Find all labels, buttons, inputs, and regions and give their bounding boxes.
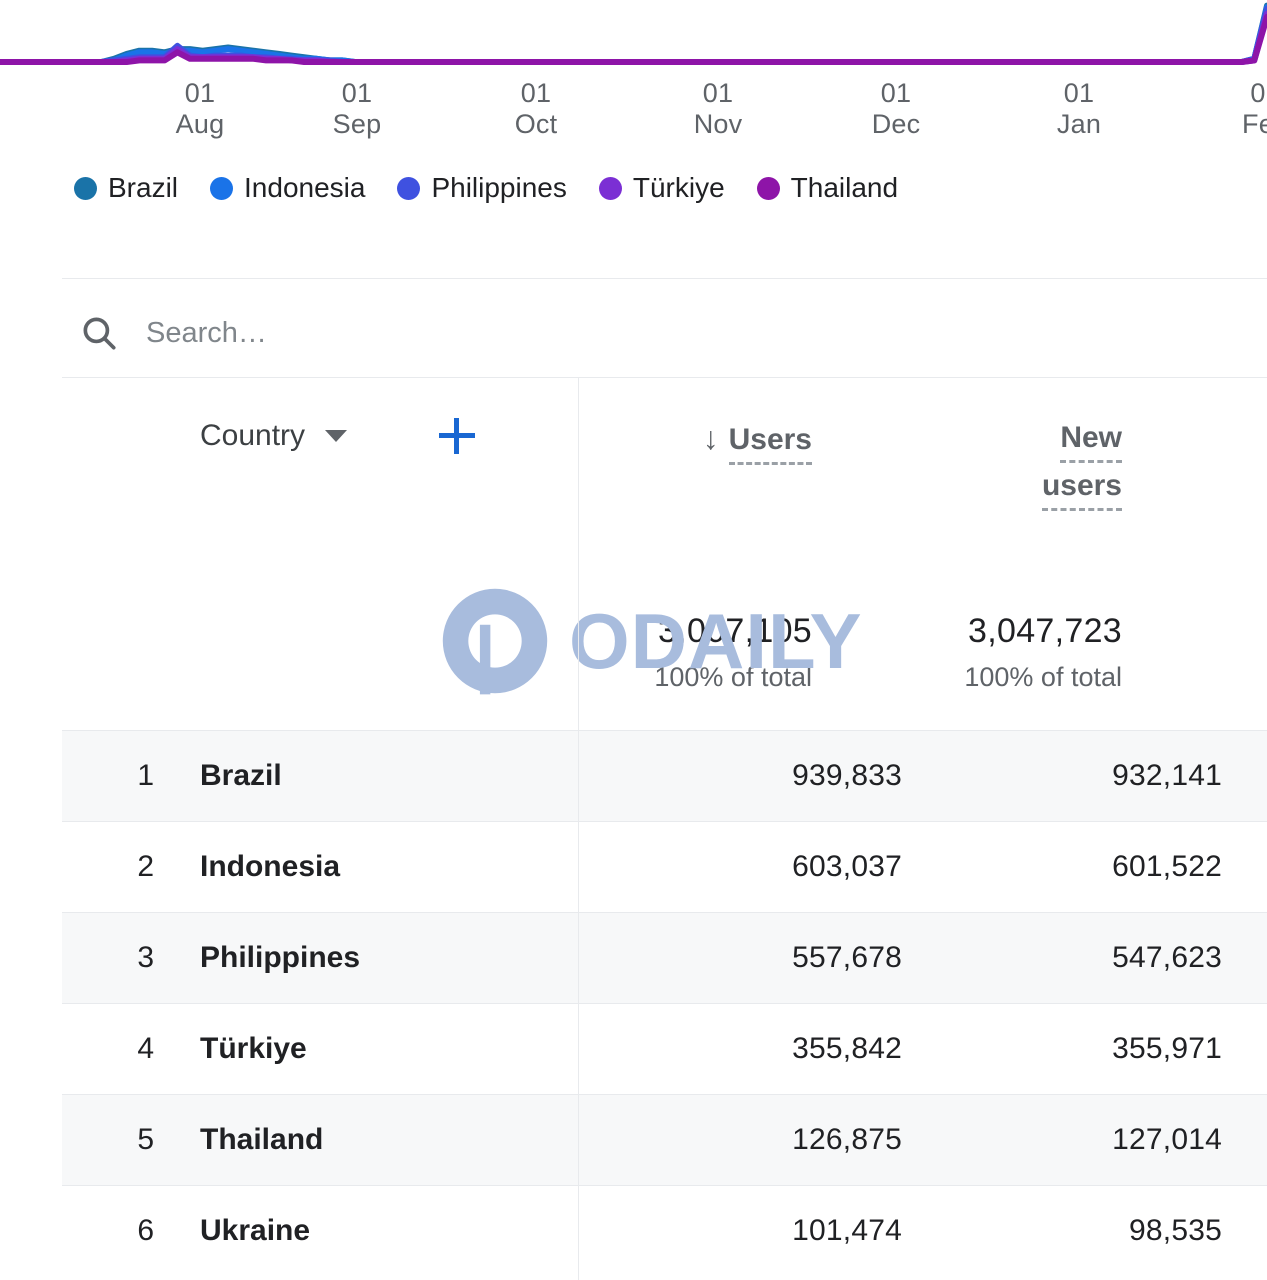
dimension-header[interactable]: Country (62, 418, 578, 454)
row-rank: 6 (137, 1214, 154, 1247)
total-users: 3,007,105 100% of total (532, 610, 812, 696)
x-axis-tick-oct: 01 Oct (481, 78, 591, 140)
chart-plot-lines (0, 2, 1267, 65)
table-header: Country ↓ Users New users ODAILY 3,007,1… (62, 378, 1267, 730)
legend-item-türkiye[interactable]: Türkiye (598, 172, 725, 204)
legend-item-thailand[interactable]: Thailand (756, 172, 899, 204)
x-axis-tick-nov: 01 Nov (663, 78, 773, 140)
analytics-report-panel: 01 Aug 01 Sep 01 Oct 01 Nov 01 Dec 01 Jan 0 Fe Brazil… (0, 0, 1267, 1280)
search-input[interactable] (146, 316, 846, 350)
plus-icon[interactable] (439, 418, 476, 454)
total-users-value: 3,007,105 (658, 612, 812, 650)
x-axis-tick-jan: 01 Jan (1024, 78, 1134, 140)
x-axis-tick-day: 01 (880, 78, 912, 108)
legend-item-indonesia[interactable]: Indonesia (210, 172, 365, 204)
column-divider (578, 378, 579, 1280)
x-axis-tick-day: 01 (341, 78, 373, 108)
x-axis-tick-dec: 01 Dec (841, 78, 951, 140)
chart-x-axis: 01 Aug 01 Sep 01 Oct 01 Nov 01 Dec 01 Jan 0 Fe (0, 78, 1267, 142)
row-country-name[interactable]: Türkiye (200, 1032, 578, 1066)
search-row[interactable] (62, 290, 1267, 376)
divider-above-search (62, 278, 1267, 279)
x-axis-tick-month: Aug (175, 109, 225, 139)
row-users-value: 939,833 (792, 759, 902, 792)
x-axis-tick-day: 01 (1063, 78, 1095, 108)
column-header-new-users[interactable]: New users (892, 414, 1122, 511)
row-new-users-value: 932,141 (1112, 759, 1222, 792)
x-axis-tick-day: 0 (1250, 78, 1266, 108)
table-row[interactable]: 3 Philippines 557,678 547,623 (62, 912, 1267, 1003)
x-axis-tick-month: Nov (693, 109, 743, 139)
row-users-value: 355,842 (792, 1032, 902, 1065)
row-new-users-value: 355,971 (1112, 1032, 1222, 1065)
legend-label: Türkiye (632, 172, 725, 203)
legend-label: Philippines (431, 172, 567, 203)
chart-legend: Brazil Indonesia Philippines Türkiye Thailan… (74, 172, 930, 204)
column-header-new-users-line2[interactable]: users (1041, 469, 1122, 511)
x-axis-tick-sep: 01 Sep (302, 78, 412, 140)
table-row[interactable]: 1 Brazil 939,833 932,141 (62, 730, 1267, 821)
row-users-value: 126,875 (792, 1123, 902, 1156)
x-axis-tick-day: 01 (702, 78, 734, 108)
arrow-down-icon[interactable]: ↓ (703, 420, 719, 456)
legend-color-dot (74, 176, 97, 200)
column-header-users[interactable]: ↓ Users (622, 414, 812, 465)
row-new-users-value: 547,623 (1112, 941, 1222, 974)
table-row[interactable]: 5 Thailand 126,875 127,014 (62, 1094, 1267, 1185)
column-header-users-label[interactable]: Users (728, 423, 812, 465)
row-new-users-value: 601,522 (1112, 850, 1222, 883)
chevron-down-icon[interactable] (325, 430, 348, 442)
row-rank: 1 (137, 759, 154, 792)
x-axis-tick-month: Jan (1056, 109, 1102, 139)
legend-label: Brazil (108, 172, 179, 203)
legend-color-dot (397, 176, 421, 200)
row-new-users-value: 127,014 (1112, 1123, 1222, 1156)
x-axis-tick-day: 01 (520, 78, 552, 108)
legend-item-philippines[interactable]: Philippines (397, 172, 567, 204)
x-axis-tick-day: 01 (184, 78, 216, 108)
row-country-name[interactable]: Philippines (200, 941, 578, 975)
table-row[interactable]: 6 Ukraine 101,474 98,535 (62, 1185, 1267, 1276)
x-axis-tick-fe: 0 Fe (1203, 78, 1267, 140)
legend-item-brazil[interactable]: Brazil (74, 172, 178, 204)
x-axis-tick-month: Oct (514, 109, 558, 139)
row-rank: 3 (137, 941, 154, 974)
row-users-value: 557,678 (792, 941, 902, 974)
row-country-name[interactable]: Ukraine (200, 1214, 578, 1248)
legend-label: Thailand (790, 172, 899, 203)
total-new-users-subtext: 100% of total (964, 662, 1122, 692)
column-header-new-users-line1[interactable]: New (1060, 421, 1122, 463)
table-row[interactable]: 2 Indonesia 603,037 601,522 (62, 821, 1267, 912)
table-row[interactable]: 4 Türkiye 355,842 355,971 (62, 1003, 1267, 1094)
row-country-name[interactable]: Indonesia (200, 850, 578, 884)
row-users-value: 603,037 (792, 850, 902, 883)
row-country-name[interactable]: Brazil (200, 759, 578, 793)
row-country-name[interactable]: Thailand (200, 1123, 578, 1157)
x-axis-tick-month: Fe (1242, 109, 1267, 139)
row-rank: 5 (137, 1123, 154, 1156)
x-axis-tick-aug: 01 Aug (145, 78, 255, 140)
dimension-label[interactable]: Country (200, 419, 305, 453)
trend-line-chart: 01 Aug 01 Sep 01 Oct 01 Nov 01 Dec 01 Jan 0 Fe (0, 0, 1267, 150)
data-table: Country ↓ Users New users ODAILY 3,007,1… (62, 378, 1267, 1280)
table-body: 1 Brazil 939,833 932,141 2 Indonesia 603,037 60… (62, 730, 1267, 1276)
legend-label: Indonesia (244, 172, 366, 203)
total-new-users: 3,047,723 100% of total (802, 610, 1122, 696)
row-rank: 2 (137, 850, 154, 883)
row-new-users-value: 98,535 (1129, 1214, 1222, 1247)
x-axis-tick-month: Dec (871, 109, 921, 139)
legend-color-dot (598, 176, 622, 200)
row-users-value: 101,474 (792, 1214, 902, 1247)
legend-color-dot (756, 176, 780, 200)
total-new-users-value: 3,047,723 (968, 612, 1122, 650)
search-icon (83, 317, 116, 350)
total-users-subtext: 100% of total (654, 662, 812, 692)
row-rank: 4 (137, 1032, 154, 1065)
series-line-türkiye (0, 10, 1267, 65)
legend-color-dot (210, 176, 234, 200)
x-axis-tick-month: Sep (332, 109, 382, 139)
